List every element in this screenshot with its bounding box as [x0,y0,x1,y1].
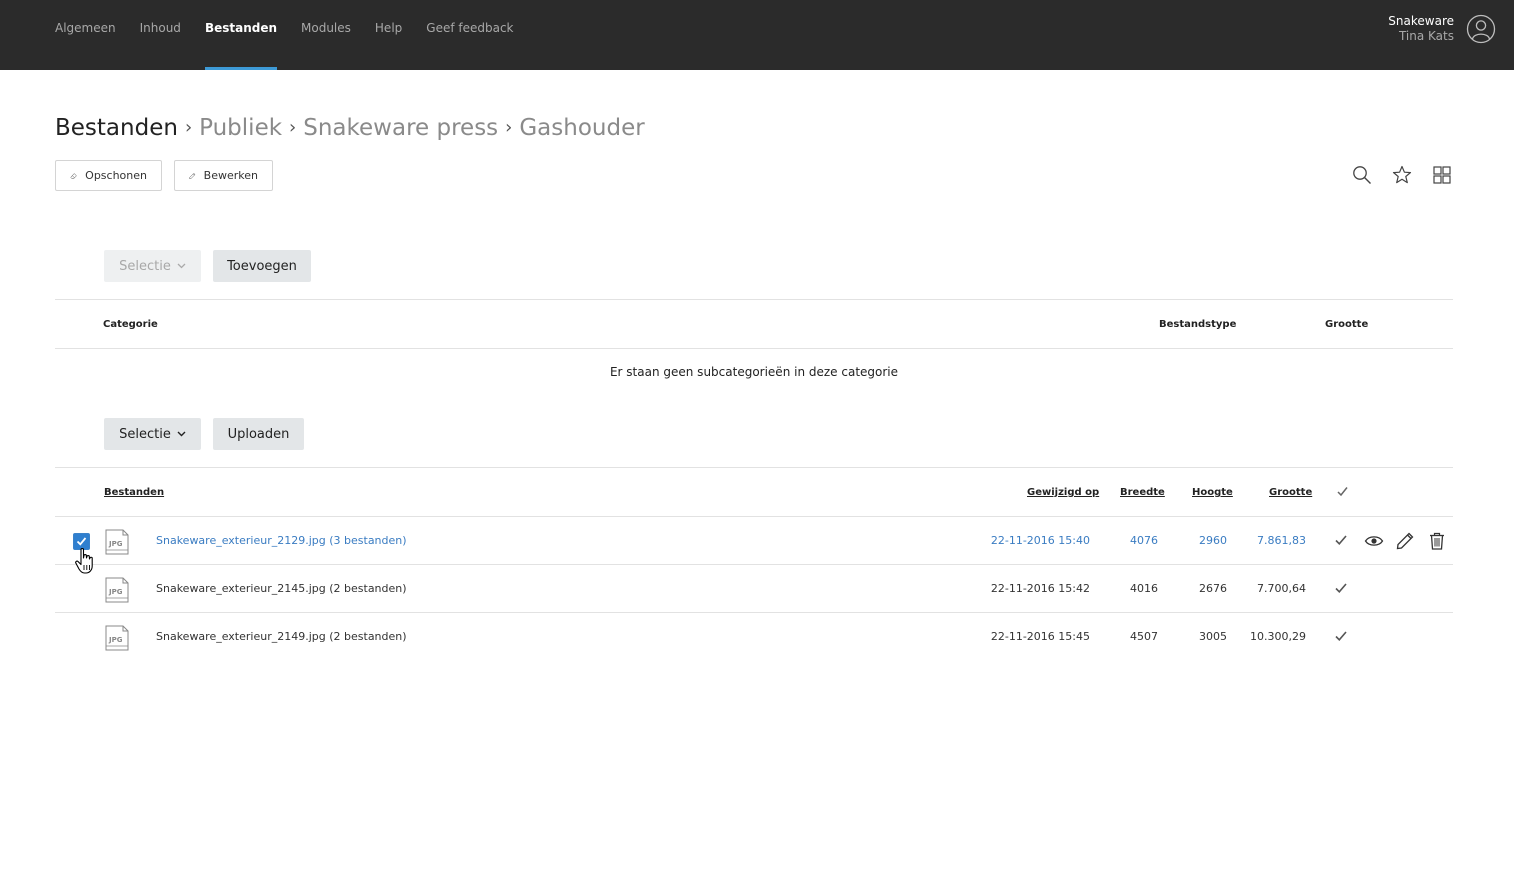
checkmark-icon[interactable] [1334,581,1348,595]
breadcrumb-separator: › [289,117,297,138]
breadcrumb-separator: › [505,117,513,138]
file-width: 4016 [1130,582,1158,595]
table-row[interactable]: JPG Snakeware_exterieur_2149.jpg (2 best… [55,613,1453,661]
nav-item-feedback[interactable]: Geef feedback [426,0,513,70]
file-height: 2960 [1199,534,1227,547]
user-org: Snakeware [1388,14,1454,28]
user-info[interactable]: Snakeware Tina Kats [1388,14,1454,44]
main-nav: Algemeen Inhoud Bestanden Modules Help G… [55,0,538,70]
svg-text:JPG: JPG [108,540,123,548]
divider [55,299,1453,300]
svg-text:JPG: JPG [108,588,123,596]
jpg-file-icon: JPG [105,577,129,603]
nav-item-bestanden[interactable]: Bestanden [204,0,278,70]
column-header-size[interactable]: Grootte [1269,487,1312,498]
breadcrumb-root[interactable]: Bestanden [55,115,178,141]
file-modified: 22-11-2016 15:40 [990,534,1090,547]
add-category-button[interactable]: Toevoegen [213,250,311,282]
file-name[interactable]: Snakeware_exterieur_2145.jpg (2 bestande… [156,582,407,595]
file-size: 10.300,29 [1250,630,1306,643]
hand-cursor-icon [75,547,93,574]
nav-item-algemeen[interactable]: Algemeen [55,0,116,70]
trash-icon[interactable] [1427,531,1447,551]
file-size: 7.700,64 [1257,582,1306,595]
file-width: 4076 [1130,534,1158,547]
file-selection-dropdown[interactable]: Selectie [104,418,201,450]
column-header-modified[interactable]: Gewijzigd op [1027,487,1099,498]
pencil-icon [189,172,196,179]
category-selection-dropdown[interactable]: Selectie [104,250,201,282]
chevron-down-icon [177,431,186,437]
column-header-category-size: Grootte [1325,319,1369,330]
file-modified: 22-11-2016 15:42 [990,582,1090,595]
search-icon[interactable] [1351,164,1373,186]
breadcrumb-separator: › [184,117,193,138]
checkmark-icon[interactable] [1334,629,1348,643]
breadcrumb-item-snakeware-press[interactable]: Snakeware press [303,115,498,141]
table-row[interactable]: JPG Snakeware_exterieur_2129.jpg (3 best… [55,517,1453,565]
file-width: 4507 [1130,630,1158,643]
breadcrumb: Bestanden › Publiek › Snakeware press › Gashou… [55,115,645,141]
file-modified: 22-11-2016 15:45 [990,630,1090,643]
column-header-height[interactable]: Hoogte [1192,487,1233,498]
nav-item-help[interactable]: Help [375,0,402,70]
category-selection-label: Selectie [119,258,171,274]
grid-view-icon[interactable] [1431,164,1453,186]
checkmark-header-icon[interactable] [1336,485,1349,498]
nav-item-modules[interactable]: Modules [301,0,351,70]
pencil-icon[interactable] [1395,531,1415,551]
file-name[interactable]: Snakeware_exterieur_2149.jpg (2 bestande… [156,630,407,643]
jpg-file-icon: JPG [105,625,129,651]
divider [55,348,1453,349]
eye-icon[interactable] [1364,531,1384,551]
file-size: 7.861,83 [1257,534,1306,547]
breadcrumb-item-gashouder[interactable]: Gashouder [519,115,644,141]
user-name: Tina Kats [1398,29,1454,43]
nav-item-inhoud[interactable]: Inhoud [140,0,181,70]
empty-categories-message: Er staan geen subcategorieën in deze cat… [609,365,899,379]
clean-button[interactable]: Opschonen [55,160,162,191]
edit-button-label: Bewerken [203,169,258,182]
user-avatar-icon[interactable] [1466,14,1496,44]
column-header-filetype: Bestandstype [1159,319,1237,330]
edit-button[interactable]: Bewerken [174,160,273,191]
star-icon[interactable] [1391,164,1413,186]
file-name[interactable]: Snakeware_exterieur_2129.jpg (3 bestande… [156,534,407,547]
file-height: 2676 [1199,582,1227,595]
jpg-file-icon: JPG [105,529,129,555]
checkmark-icon[interactable] [1334,533,1348,547]
eraser-icon [70,172,77,179]
file-height: 3005 [1199,630,1227,643]
chevron-down-icon [177,263,186,269]
clean-button-label: Opschonen [85,169,147,182]
checkmark-icon [76,537,87,546]
table-row[interactable]: JPG Snakeware_exterieur_2145.jpg (2 best… [55,565,1453,613]
column-header-category: Categorie [103,319,158,330]
file-selection-label: Selectie [119,426,171,442]
column-header-files[interactable]: Bestanden [104,487,164,498]
svg-text:JPG: JPG [108,636,123,644]
column-header-width[interactable]: Breedte [1120,487,1165,498]
upload-button[interactable]: Uploaden [213,418,304,450]
top-navigation-bar: Algemeen Inhoud Bestanden Modules Help G… [0,0,1514,70]
breadcrumb-item-publiek[interactable]: Publiek [199,115,282,141]
divider [55,467,1453,468]
